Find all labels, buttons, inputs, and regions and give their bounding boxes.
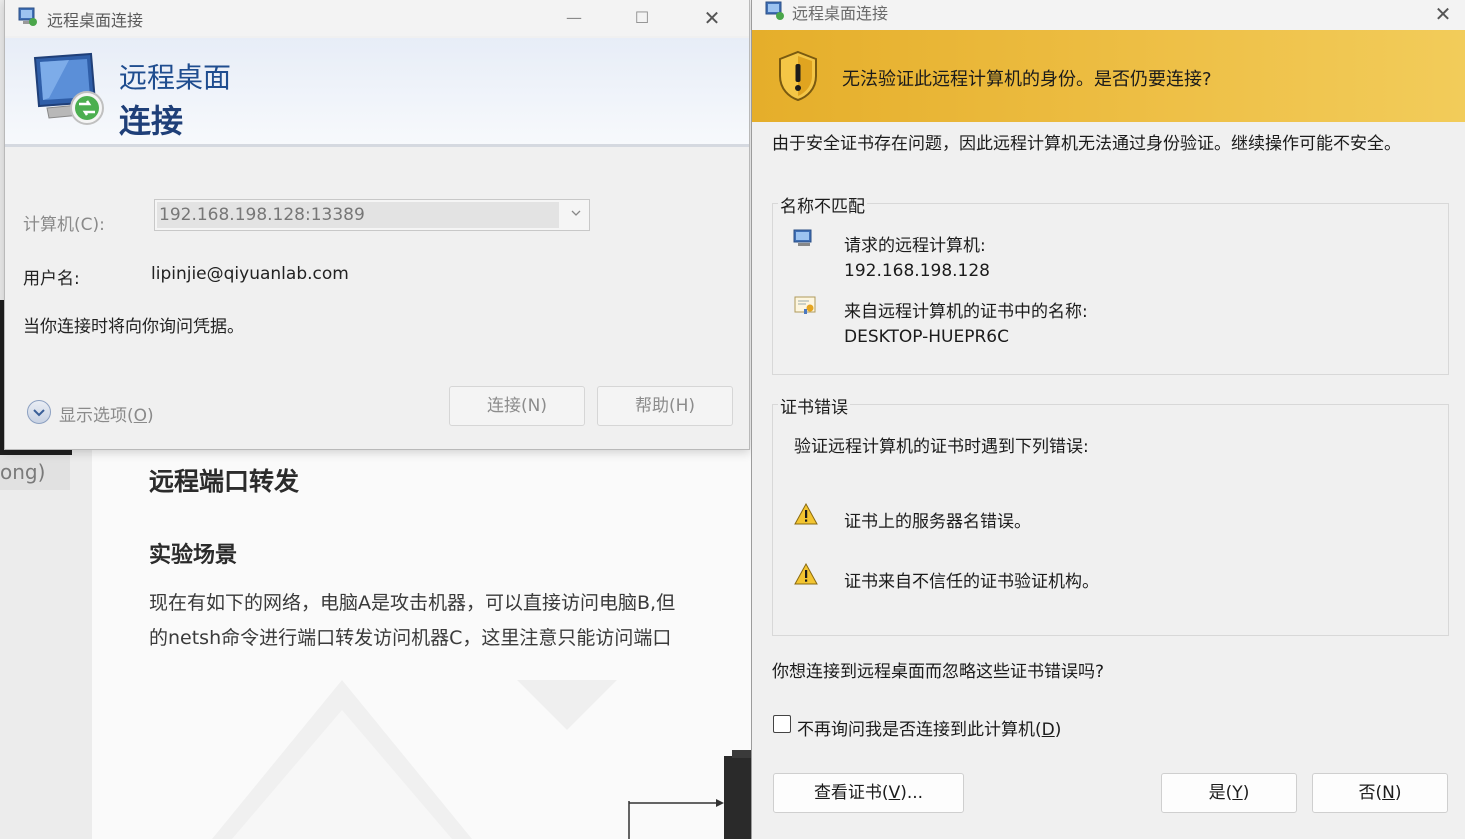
computer-value[interactable]: 192.168.198.128:13389 [157,202,559,228]
paragraph-line: 现在有如下的网络，电脑A是攻击机器，可以直接访问电脑B,但 [149,592,676,614]
show-options-toggle[interactable]: 显示选项(O) [27,398,167,426]
network-diagram-image [212,680,752,839]
name-mismatch-title: 名称不匹配 [778,192,867,217]
dont-ask-text: 不再询问我是否连接到此计算机( [797,720,1042,740]
requested-computer-value: 192.168.198.128 [844,261,991,281]
requested-computer-label: 请求的远程计算机: [844,236,986,256]
no-hotkey: N [1382,783,1395,803]
cert-errors-title: 证书错误 [778,393,850,418]
yes-hotkey: Y [1232,783,1243,803]
remote-desktop-icon [18,7,37,26]
warning-message: 无法验证此远程计算机的身份。是否仍要连接? [842,69,1212,90]
computer-label: 计算机(C): [23,215,105,235]
warning-banner: 无法验证此远程计算机的身份。是否仍要连接? [752,30,1465,122]
close-button[interactable]: ✕ [1420,0,1465,32]
cert-name-label: 来自远程计算机的证书中的名称: [844,302,1088,322]
view-cert-hotkey: V [888,783,901,803]
window-title: 远程桌面连接 [792,4,889,23]
show-options-text: 显示选项( [59,406,134,426]
article-heading: 远程端口转发 [149,467,300,496]
yes-button[interactable]: 是(Y) [1161,773,1297,813]
view-cert-text: 查看证书( [813,783,889,803]
rdp-connection-window: 远程桌面连接 — ☐ ✕ 远程桌面 连接 计算机(C): 192.168.198… [4,0,750,450]
cert-error-item: 证书来自不信任的证书验证机构。 [844,572,1099,592]
paragraph-line: 的netsh命令进行端口转发访问机器C，这里注意只能访问端口 [149,627,672,649]
name-mismatch-group [772,203,1449,375]
security-intro: 由于安全证书存在问题，因此远程计算机无法通过身份验证。继续操作可能不安全。 [772,134,1401,154]
article-subheading: 实验场景 [149,543,238,568]
remote-desktop-monitor-icon [33,52,104,125]
title-bar: 远程桌面连接 — ☐ ✕ [5,0,749,36]
no-button[interactable]: 否(N) [1312,773,1448,813]
banner-title-line1: 远程桌面 [119,61,232,94]
cert-errors-intro: 验证远程计算机的证书时遇到下列错误: [794,437,1089,457]
cert-name-value: DESKTOP-HUEPR6C [844,327,1009,347]
computer-icon [793,229,812,246]
dont-ask-end: ) [1054,720,1062,740]
dont-ask-label[interactable]: 不再询问我是否连接到此计算机(D) [797,715,1061,740]
yes-text: 是( [1208,783,1233,803]
dont-ask-hotkey: D [1041,720,1055,740]
username-label: 用户名: [23,269,80,289]
cert-error-item: 证书上的服务器名错误。 [844,512,1031,532]
close-button[interactable]: ✕ [689,0,735,36]
chevron-down-icon [33,409,45,417]
sidebar-item-fragment[interactable]: ong) [0,455,70,490]
computer-combobox[interactable]: 192.168.198.128:13389 [154,199,590,231]
dont-ask-checkbox[interactable] [773,715,791,733]
certificate-warning-dialog: 远程桌面连接 ✕ 无法验证此远程计算机的身份。是否仍要连接? 由于安全证书存在问… [751,0,1465,839]
warning-triangle-icon [794,563,818,585]
view-cert-end: )... [900,783,924,803]
yes-end: ) [1242,783,1250,803]
rdp-banner: 远程桌面 连接 [5,38,749,147]
expand-circle-icon[interactable] [27,400,51,424]
ignore-errors-question: 你想连接到远程桌面而忽略这些证书错误吗? [772,662,1105,682]
no-end: ) [1394,783,1402,803]
credential-note: 当你连接时将向你询问凭据。 [23,317,244,337]
view-certificate-button[interactable]: 查看证书(V)... [773,773,964,813]
title-bar: 远程桌面连接 ✕ [752,0,1465,30]
no-text: 否( [1358,783,1383,803]
banner-title-line2: 连接 [119,102,184,140]
certificate-icon [794,296,816,314]
help-button[interactable]: 帮助(H) [597,386,733,426]
remote-desktop-icon [765,1,784,20]
warning-triangle-icon [794,503,818,525]
show-options-label[interactable]: 显示选项(O) [59,401,154,426]
show-options-hotkey: O [133,406,148,426]
minimize-button[interactable]: — [551,0,597,36]
connect-button[interactable]: 连接(N) [449,386,585,426]
username-value: lipinjie@qiyuanlab.com [151,264,349,284]
window-title: 远程桌面连接 [47,11,144,30]
maximize-button[interactable]: ☐ [619,0,665,36]
security-shield-warning-icon [779,50,817,102]
chevron-down-icon[interactable] [571,208,581,218]
article-paragraph: 现在有如下的网络，电脑A是攻击机器，可以直接访问电脑B,但 的netsh命令进行… [149,586,752,656]
show-options-end: ) [147,406,154,426]
